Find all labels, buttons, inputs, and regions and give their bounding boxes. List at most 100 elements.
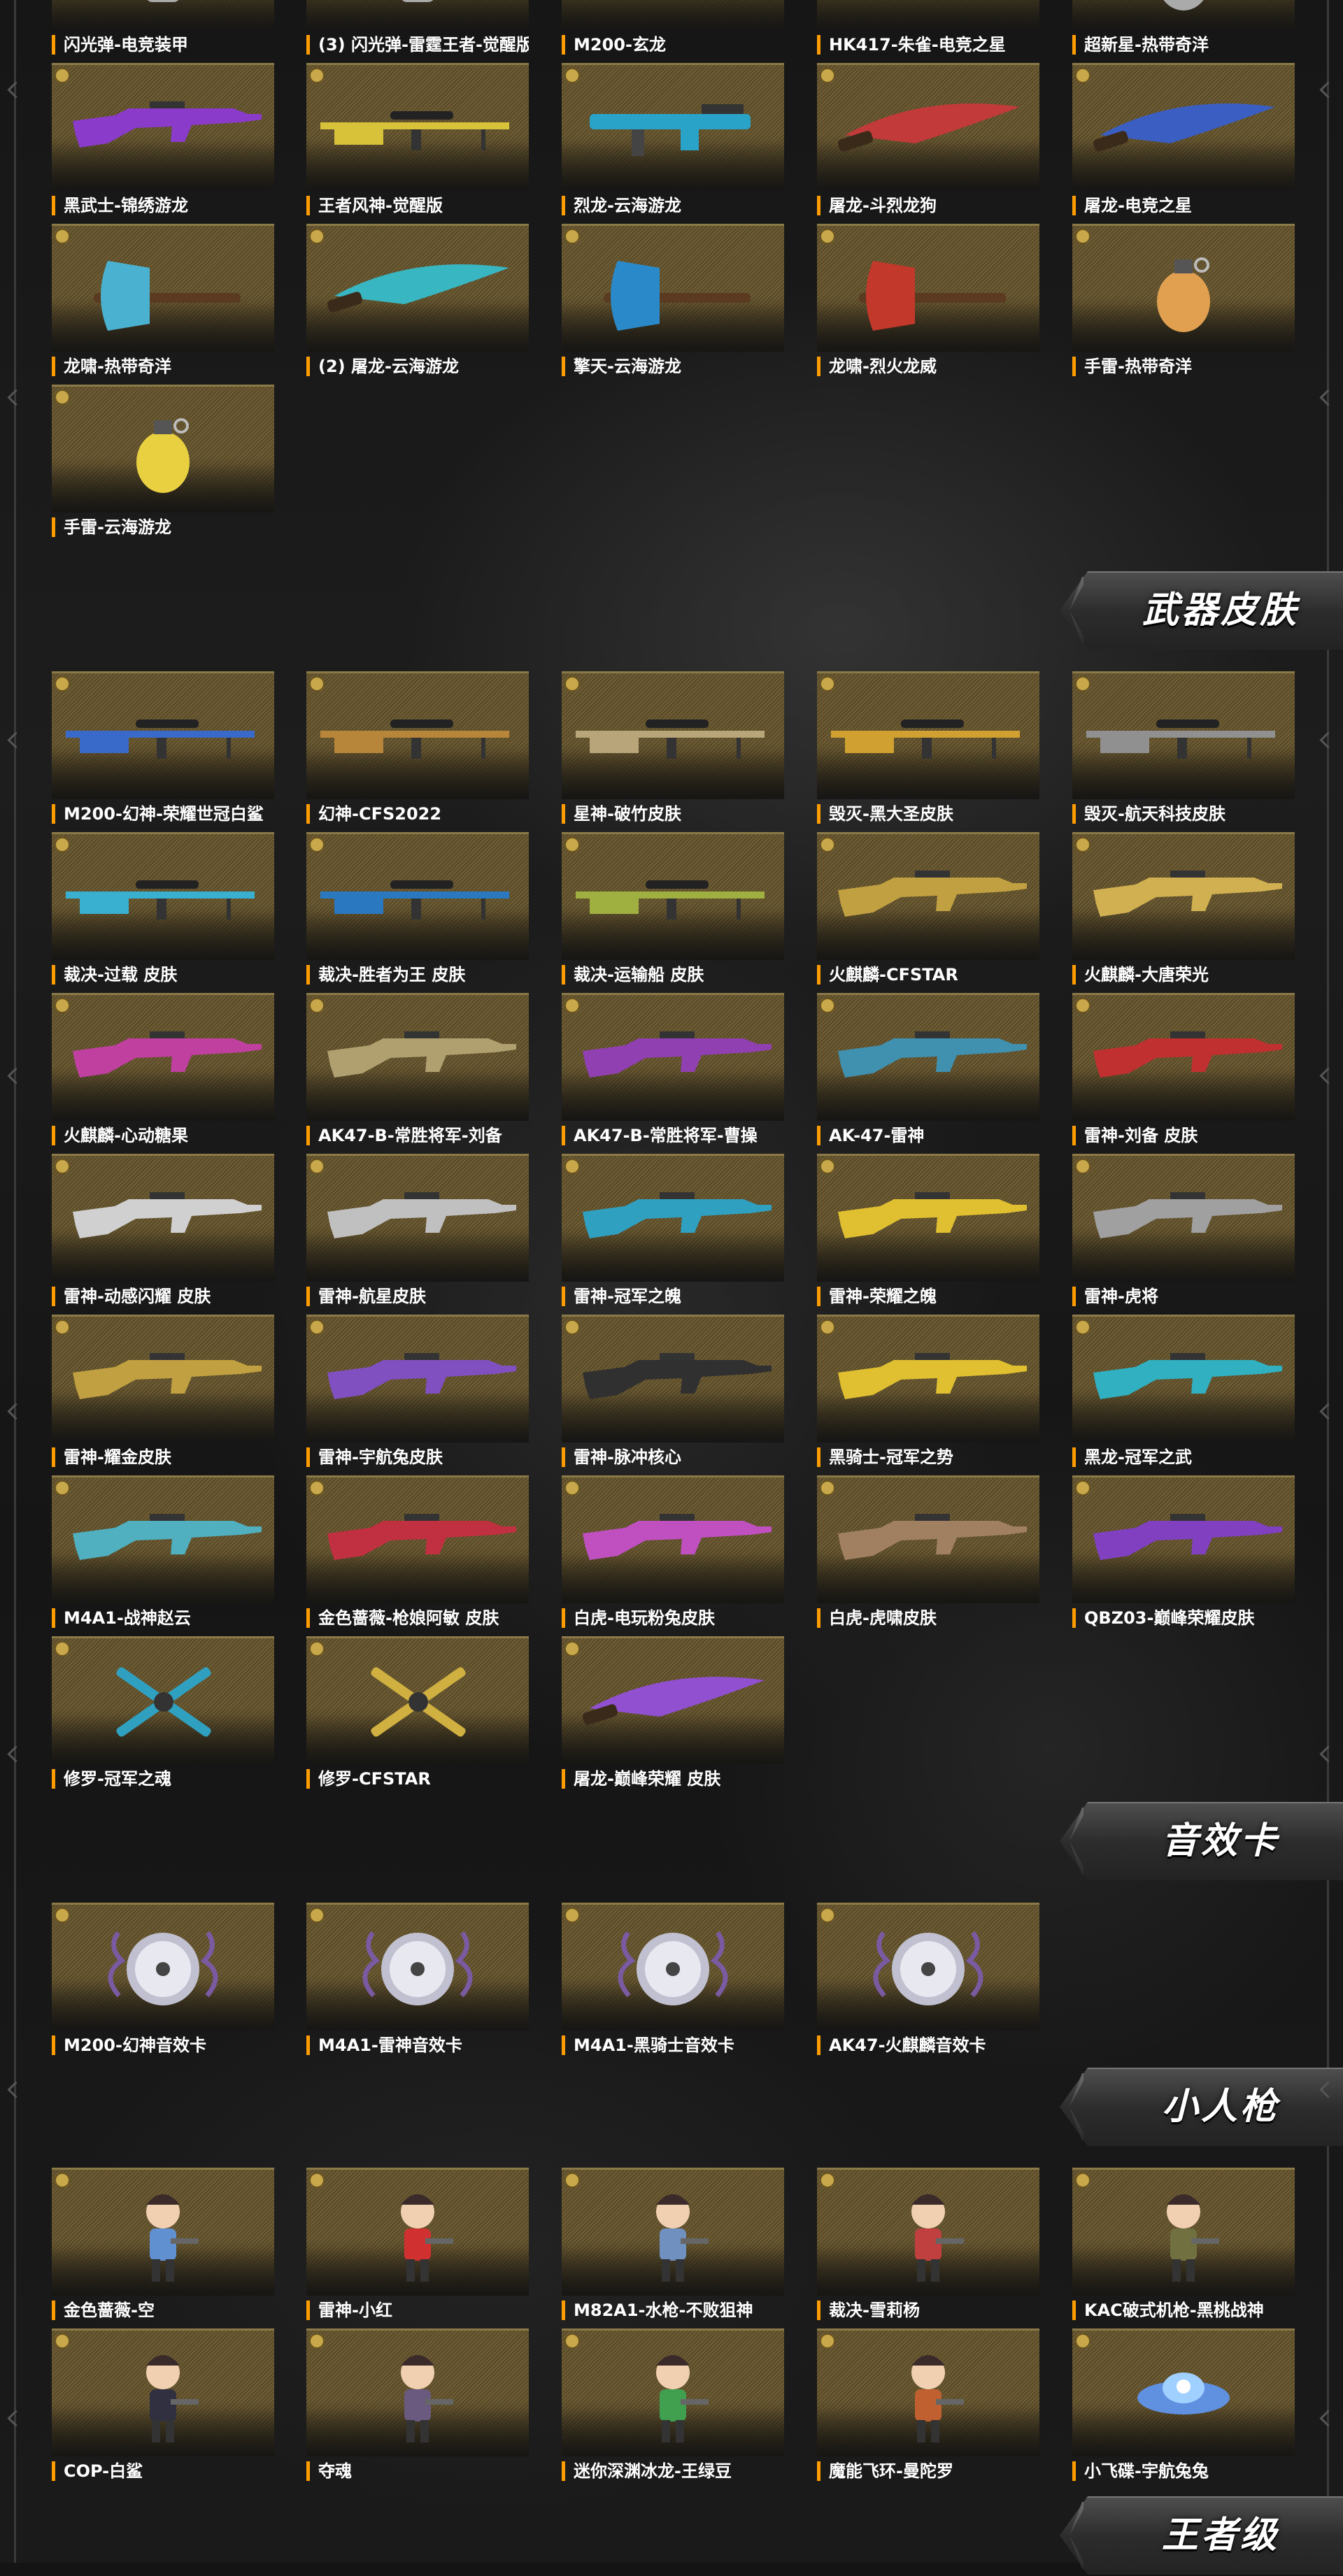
item-label: 超新星-热带奇洋 xyxy=(1072,35,1295,55)
rank-badge-icon xyxy=(309,2173,325,2188)
item-label: (3) 闪光弹-雷霆王者-觉醒版 xyxy=(306,35,529,55)
item-card[interactable]: M4A1-雷神音效卡 xyxy=(306,1903,529,2063)
item-card[interactable]: 毁灭-航天科技皮肤 xyxy=(1072,671,1295,832)
item-thumbnail xyxy=(562,1154,784,1282)
rifle-icon xyxy=(817,0,1039,30)
item-card[interactable]: 魔能飞环-曼陀罗 xyxy=(817,2328,1039,2489)
item-card[interactable]: AK47-B-常胜将军-刘备 xyxy=(306,993,529,1154)
item-thumbnail xyxy=(52,671,274,799)
item-label: 夺魂 xyxy=(306,2461,529,2481)
sniper-rifle-icon xyxy=(576,720,765,759)
item-card[interactable]: 龙啸-烈火龙威 xyxy=(817,224,1039,385)
item-card[interactable]: 王者风神-觉醒版 xyxy=(306,63,529,224)
item-card[interactable]: (2) 屠龙-云海游龙 xyxy=(306,224,529,385)
rank-badge-icon xyxy=(1075,68,1090,83)
item-card[interactable]: 屠龙-巅峰荣耀 皮肤 xyxy=(562,1636,784,1797)
item-thumbnail xyxy=(52,1315,274,1443)
item-card[interactable]: 黑龙-冠军之武 xyxy=(1072,1315,1295,1475)
chibi-figure-icon xyxy=(401,2194,453,2282)
section-title-king: 王者级 xyxy=(1161,2514,1279,2556)
item-thumbnail xyxy=(306,2328,529,2456)
item-card[interactable]: 迷你深渊冰龙-王绿豆 xyxy=(562,2328,784,2489)
item-card[interactable]: 金色蔷薇-枪娘阿敏 皮肤 xyxy=(306,1475,529,1636)
item-card[interactable]: 黑武士-锦绣游龙 xyxy=(52,63,274,224)
rank-badge-icon xyxy=(1075,1159,1090,1174)
item-label: 雷神-荣耀之魄 xyxy=(817,1287,1039,1306)
item-card[interactable]: 黑骑士-冠军之势 xyxy=(817,1315,1039,1475)
item-card[interactable]: M200-玄龙 xyxy=(562,0,784,63)
item-card[interactable]: 白虎-虎啸皮肤 xyxy=(817,1475,1039,1636)
item-card[interactable]: 裁决-雪莉杨 xyxy=(817,2168,1039,2328)
item-card[interactable]: 夺魂 xyxy=(306,2328,529,2489)
item-card[interactable]: 手雷-云海游龙 xyxy=(52,385,274,545)
item-card[interactable]: 裁决-过载 皮肤 xyxy=(52,832,274,993)
item-card[interactable]: 雷神-宇航兔皮肤 xyxy=(306,1315,529,1475)
item-card[interactable]: AK47-火麒麟音效卡 xyxy=(817,1903,1039,2063)
item-card[interactable]: M200-幻神音效卡 xyxy=(52,1903,274,2063)
item-card[interactable]: QBZ03-巅峰荣耀皮肤 xyxy=(1072,1475,1295,1636)
item-label: 擎天-云海游龙 xyxy=(562,357,784,376)
item-card[interactable]: 裁决-胜者为王 皮肤 xyxy=(306,832,529,993)
item-card[interactable]: AK-47-雷神 xyxy=(817,993,1039,1154)
item-card[interactable]: 屠龙-电竞之星 xyxy=(1072,63,1295,224)
item-card[interactable]: 雷神-耀金皮肤 xyxy=(52,1315,274,1475)
item-card[interactable]: HK417-朱雀-电竞之星 xyxy=(817,0,1039,63)
item-card[interactable]: 雷神-荣耀之魄 xyxy=(817,1154,1039,1315)
item-card[interactable]: 火麒麟-心动糖果 xyxy=(52,993,274,1154)
item-card[interactable]: 雷神-航星皮肤 xyxy=(306,1154,529,1315)
item-card[interactable]: 小飞碟-宇航兔兔 xyxy=(1072,2328,1295,2489)
item-card[interactable]: M200-幻神-荣耀世冠白鲨 xyxy=(52,671,274,832)
item-thumbnail xyxy=(1072,2328,1295,2456)
smg-icon xyxy=(590,104,751,156)
rank-badge-icon xyxy=(564,676,580,692)
item-card[interactable]: 金色蔷薇-空 xyxy=(52,2168,274,2328)
item-label: M4A1-黑骑士音效卡 xyxy=(562,2035,784,2055)
item-card[interactable]: 火麒麟-大唐荣光 xyxy=(1072,832,1295,993)
item-card[interactable]: M4A1-黑骑士音效卡 xyxy=(562,1903,784,2063)
item-card[interactable]: 毁灭-黑大圣皮肤 xyxy=(817,671,1039,832)
rank-badge-icon xyxy=(564,1480,580,1496)
item-card[interactable]: KAC破式机枪-黑桃战神 xyxy=(1072,2168,1295,2328)
sniper-rifle-icon xyxy=(576,880,765,920)
item-card[interactable]: M4A1-战神赵云 xyxy=(52,1475,274,1636)
item-card[interactable]: 闪光弹-电竞装甲 xyxy=(52,0,274,63)
rank-badge-icon xyxy=(564,837,580,852)
item-card[interactable]: 雷神-动感闪耀 皮肤 xyxy=(52,1154,274,1315)
item-label: AK-47-雷神 xyxy=(817,1126,1039,1145)
item-card[interactable]: 修罗-冠军之魂 xyxy=(52,1636,274,1797)
item-card[interactable]: 龙啸-热带奇洋 xyxy=(52,224,274,385)
item-card[interactable]: 裁决-运输船 皮肤 xyxy=(562,832,784,993)
item-thumbnail xyxy=(52,63,274,191)
item-thumbnail xyxy=(562,224,784,352)
rank-badge-icon xyxy=(309,998,325,1013)
rank-badge-icon xyxy=(564,2333,580,2349)
item-card[interactable]: 雷神-虎将 xyxy=(1072,1154,1295,1315)
item-card[interactable]: 擎天-云海游龙 xyxy=(562,224,784,385)
item-card[interactable]: 屠龙-斗烈龙狗 xyxy=(817,63,1039,224)
item-card[interactable]: 修罗-CFSTAR xyxy=(306,1636,529,1797)
item-card[interactable]: 雷神-刘备 皮肤 xyxy=(1072,993,1295,1154)
item-card[interactable]: COP-白鲨 xyxy=(52,2328,274,2489)
item-card[interactable]: 白虎-电玩粉兔皮肤 xyxy=(562,1475,784,1636)
rank-badge-icon xyxy=(309,1908,325,1923)
axe-icon xyxy=(604,261,751,331)
item-label: 手雷-热带奇洋 xyxy=(1072,357,1295,376)
item-card[interactable]: 手雷-热带奇洋 xyxy=(1072,224,1295,385)
item-card[interactable]: 超新星-热带奇洋 xyxy=(1072,0,1295,63)
item-card[interactable]: 烈龙-云海游龙 xyxy=(562,63,784,224)
rank-badge-icon xyxy=(309,68,325,83)
rank-badge-icon xyxy=(55,1480,70,1496)
item-card[interactable]: AK47-B-常胜将军-曹操 xyxy=(562,993,784,1154)
item-card[interactable]: M82A1-水枪-不败狙神 xyxy=(562,2168,784,2328)
rank-badge-icon xyxy=(55,837,70,852)
item-thumbnail xyxy=(306,993,529,1121)
item-card[interactable]: 雷神-小红 xyxy=(306,2168,529,2328)
item-card[interactable]: 星神-破竹皮肤 xyxy=(562,671,784,832)
item-card[interactable]: 幻神-CFS2022 xyxy=(306,671,529,832)
item-label: M4A1-战神赵云 xyxy=(52,1608,274,1628)
item-card[interactable]: (3) 闪光弹-雷霆王者-觉醒版 xyxy=(306,0,529,63)
item-card[interactable]: 雷神-冠军之魄 xyxy=(562,1154,784,1315)
item-card[interactable]: 雷神-脉冲核心 xyxy=(562,1315,784,1475)
item-card[interactable]: 火麒麟-CFSTAR xyxy=(817,832,1039,993)
rank-badge-icon xyxy=(1075,229,1090,244)
